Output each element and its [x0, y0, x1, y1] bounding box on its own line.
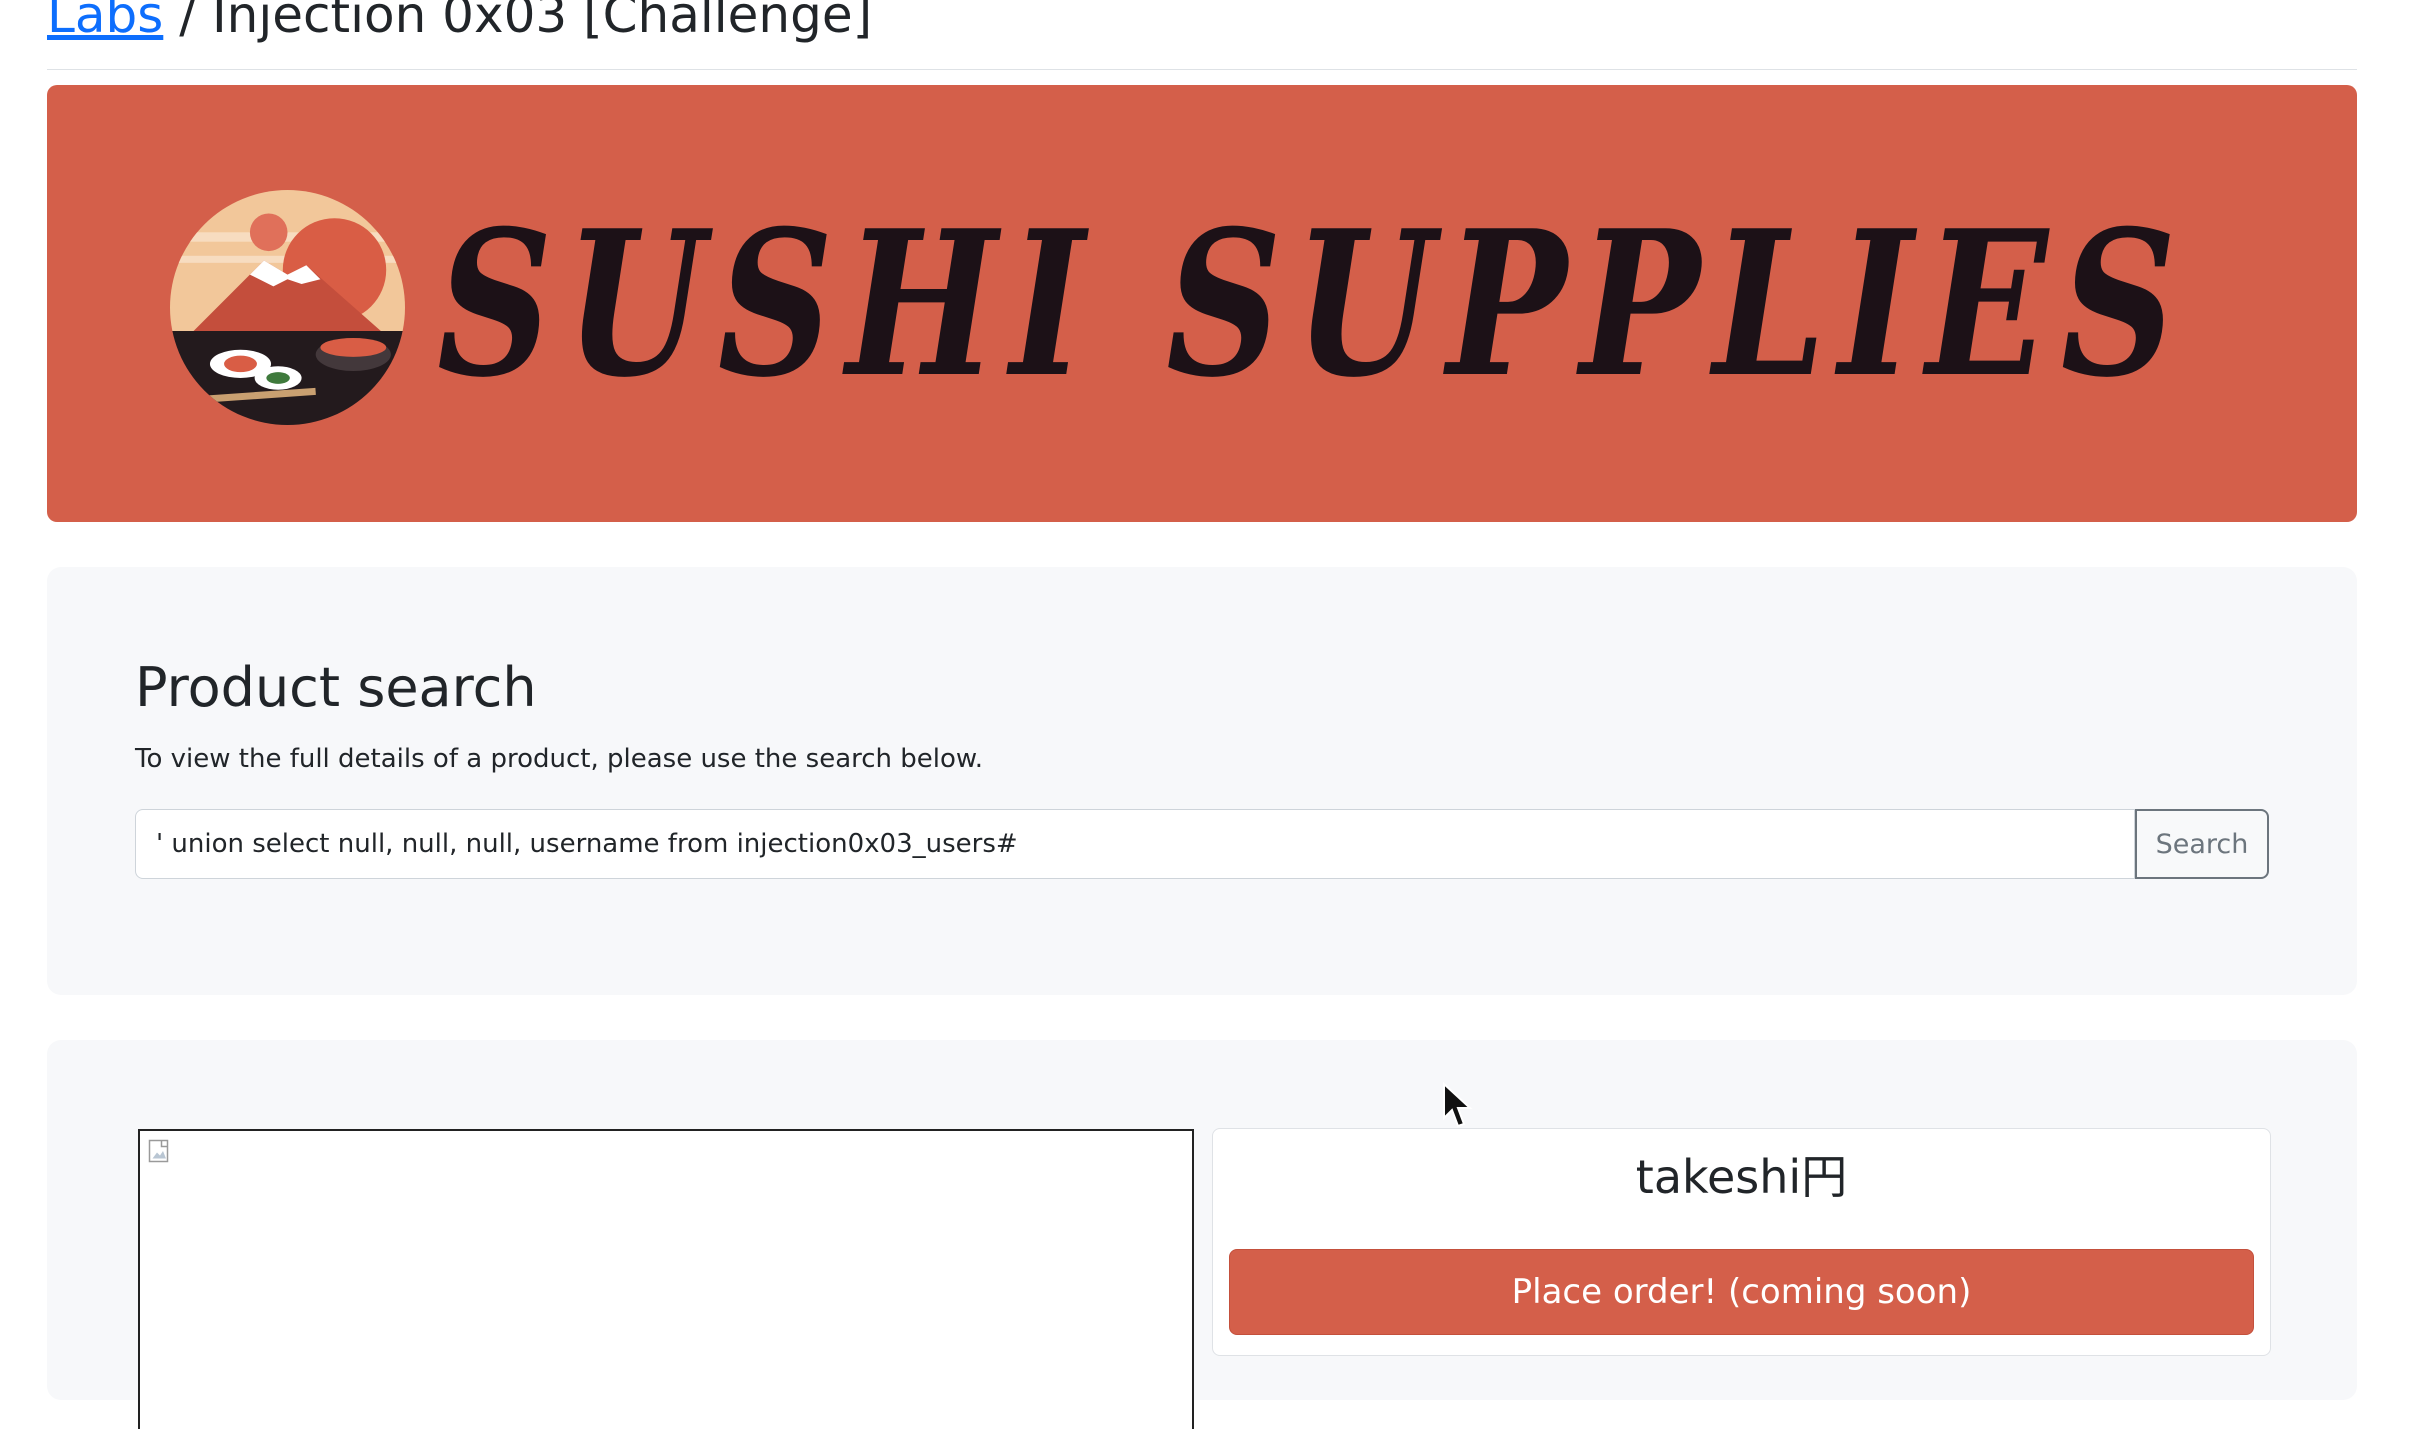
- product-search-panel: Product search To view the full details …: [47, 567, 2357, 995]
- sushi-supplies-banner: SUSHI SUPPLIES: [47, 85, 2357, 522]
- place-order-button[interactable]: Place order! (coming soon): [1229, 1249, 2254, 1335]
- product-name: takeshi円: [1635, 1150, 1848, 1204]
- product-card: takeshi円 Place order! (coming soon): [1212, 1128, 2271, 1356]
- mountain-sunset-sushi-emblem-icon: [170, 190, 405, 425]
- sushi-supplies-logo-text: SUSHI SUPPLIES: [437, 187, 2190, 422]
- mouse-cursor-icon: [1443, 1082, 1473, 1128]
- page-title: Injection 0x03 [Challenge]: [211, 0, 873, 44]
- breadcrumb-labs-link[interactable]: Labs: [47, 0, 163, 44]
- breadcrumb-separator: /: [163, 0, 212, 44]
- search-title: Product search: [135, 656, 537, 719]
- broken-image-icon: [148, 1139, 169, 1163]
- search-form: Search: [135, 809, 2269, 879]
- search-help-text: To view the full details of a product, p…: [135, 744, 984, 774]
- search-input[interactable]: [135, 809, 2135, 879]
- product-image: [138, 1129, 1194, 1429]
- breadcrumb: Labs / Injection 0x03 [Challenge]: [47, 0, 2357, 70]
- search-button[interactable]: Search: [2135, 809, 2269, 879]
- product-results-panel: takeshi円 Place order! (coming soon): [47, 1040, 2357, 1429]
